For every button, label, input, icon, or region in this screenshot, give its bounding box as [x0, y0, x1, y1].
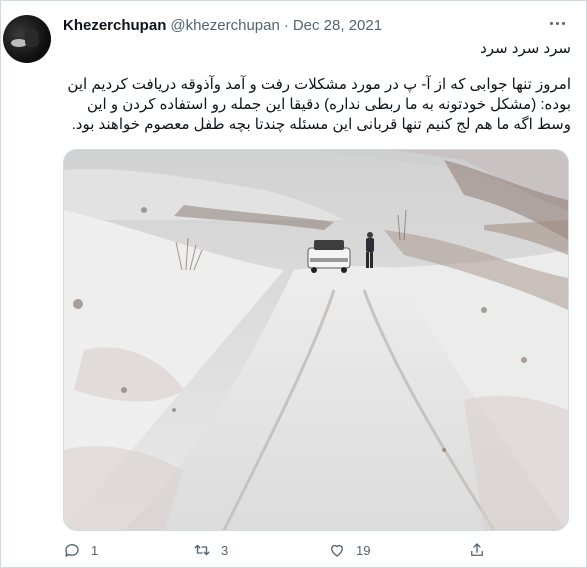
retweet-button[interactable]: 3	[193, 541, 228, 559]
tweet-card[interactable]: Khezerchupan @khezerchupan · Dec 28, 202…	[0, 0, 587, 568]
like-button[interactable]: 19	[328, 541, 370, 559]
separator-dot: ·	[283, 16, 289, 34]
share-button[interactable]	[468, 541, 486, 559]
display-name[interactable]: Khezerchupan	[63, 17, 166, 34]
avatar[interactable]	[3, 15, 51, 63]
like-count: 19	[356, 542, 371, 558]
retweet-count: 3	[221, 542, 229, 558]
tweet-text-line-2: امروز تنها جوابی که از آ- پ در مورد مشکل…	[67, 76, 571, 133]
speech-bubble-icon	[65, 544, 79, 557]
heart-icon	[331, 544, 343, 557]
tweet-text: سرد سرد سرد امروز تنها جوابی که از آ- پ …	[63, 39, 571, 135]
tweet-text-line-1: سرد سرد سرد	[480, 40, 571, 57]
retweet-arrows-icon	[194, 544, 210, 556]
avatar-figure-decoration	[25, 29, 39, 47]
user-handle[interactable]: @khezerchupan	[170, 17, 279, 34]
share-upload-icon	[471, 543, 483, 556]
tweet-date[interactable]: Dec 28, 2021	[293, 17, 382, 34]
more-dots-icon[interactable]	[546, 15, 568, 31]
tweet-header: Khezerchupan @khezerchupan · Dec 28, 202…	[63, 15, 382, 35]
reply-count: 1	[91, 542, 99, 558]
tweet-photo-snowy-road[interactable]	[63, 149, 569, 531]
car-illustration	[307, 240, 351, 273]
tweet-actions: 1 3 19	[63, 541, 523, 561]
reply-button[interactable]: 1	[63, 541, 98, 559]
